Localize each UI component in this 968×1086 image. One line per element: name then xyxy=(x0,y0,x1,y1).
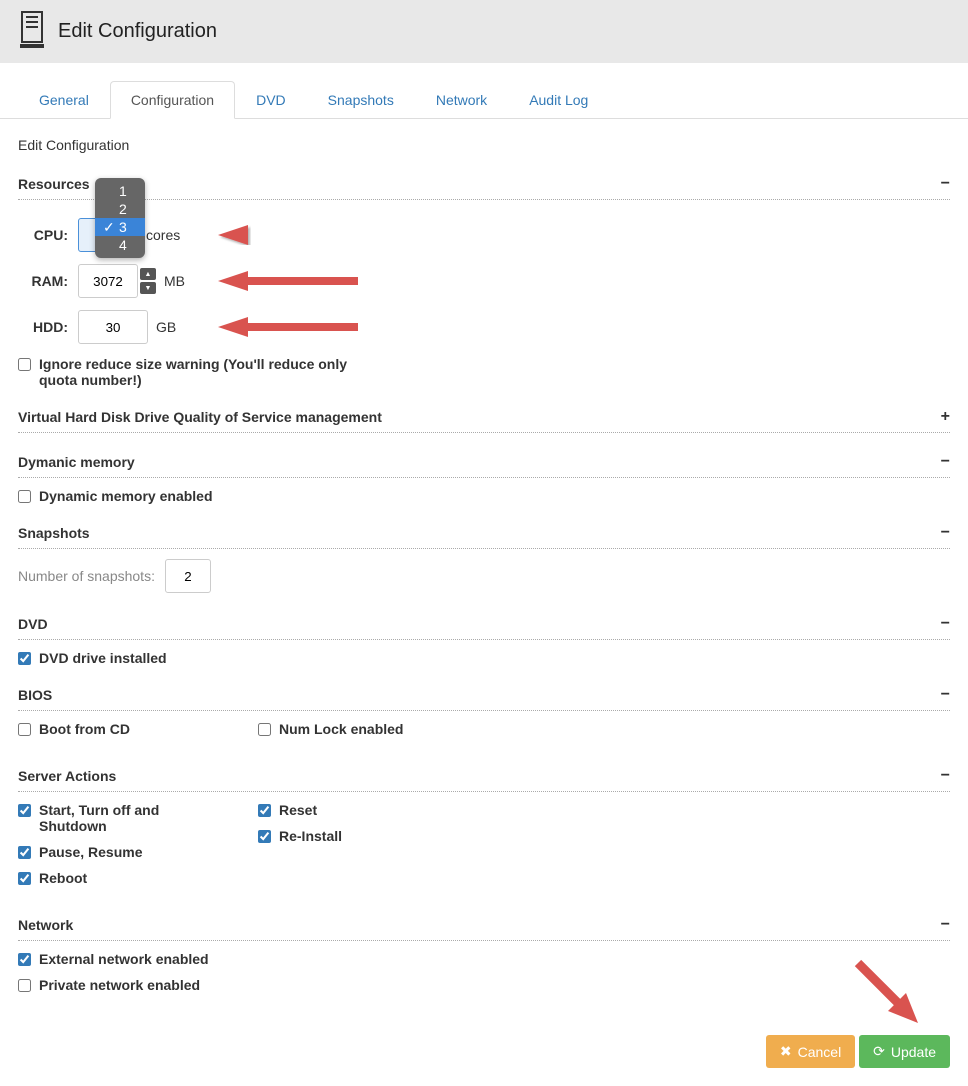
section-actions-title: Server Actions xyxy=(18,768,116,784)
collapse-icon: − xyxy=(941,615,950,633)
reboot-label: Reboot xyxy=(39,870,87,886)
section-dynmem-title: Dymanic memory xyxy=(18,454,135,470)
ram-step-up-icon[interactable]: ▲ xyxy=(140,268,156,280)
start-checkbox[interactable] xyxy=(18,804,31,817)
page-title: Edit Configuration xyxy=(58,20,217,43)
boot-cd-label: Boot from CD xyxy=(39,721,130,737)
arrow-annotation-icon xyxy=(218,271,358,291)
reinstall-checkbox[interactable] xyxy=(258,830,271,843)
cancel-button[interactable]: ✖ Cancel xyxy=(766,1035,855,1068)
section-resources-title: Resources xyxy=(18,176,90,192)
boot-cd-checkbox[interactable] xyxy=(18,723,31,736)
update-button[interactable]: ⟳ Update xyxy=(859,1035,950,1068)
cpu-option-1[interactable]: 1 xyxy=(95,182,145,200)
collapse-icon: − xyxy=(941,916,950,934)
dvd-installed-label: DVD drive installed xyxy=(39,650,167,666)
external-net-checkbox[interactable] xyxy=(18,953,31,966)
close-icon: ✖ xyxy=(780,1043,792,1060)
section-network-header[interactable]: Network − xyxy=(18,910,950,941)
private-net-checkbox[interactable] xyxy=(18,979,31,992)
collapse-icon: − xyxy=(941,453,950,471)
hdd-label: HDD: xyxy=(18,319,78,335)
cpu-option-3[interactable]: 3 xyxy=(95,218,145,236)
cpu-dropdown-menu[interactable]: 1 2 3 4 xyxy=(95,178,145,258)
hdd-input[interactable] xyxy=(78,310,148,344)
numlock-checkbox[interactable] xyxy=(258,723,271,736)
section-network-title: Network xyxy=(18,917,73,933)
collapse-icon: − xyxy=(941,767,950,785)
arrow-annotation-icon xyxy=(848,953,928,1036)
reset-checkbox[interactable] xyxy=(258,804,271,817)
section-dvd-title: DVD xyxy=(18,616,48,632)
tab-audit-log[interactable]: Audit Log xyxy=(508,81,609,118)
cpu-option-4[interactable]: 4 xyxy=(95,236,145,254)
tab-network[interactable]: Network xyxy=(415,81,508,118)
expand-icon: + xyxy=(941,408,950,426)
collapse-icon: − xyxy=(941,175,950,193)
section-bios-title: BIOS xyxy=(18,687,52,703)
ram-step-down-icon[interactable]: ▼ xyxy=(140,282,156,294)
page-header: Edit Configuration xyxy=(0,0,968,63)
section-dynmem-header[interactable]: Dymanic memory − xyxy=(18,447,950,478)
private-net-label: Private network enabled xyxy=(39,977,200,993)
cpu-option-2[interactable]: 2 xyxy=(95,200,145,218)
content-subtitle: Edit Configuration xyxy=(18,137,950,153)
tab-dvd[interactable]: DVD xyxy=(235,81,307,118)
cpu-label: CPU: xyxy=(18,227,78,243)
ram-unit: MB xyxy=(164,273,185,289)
reset-label: Reset xyxy=(279,802,317,818)
tab-configuration[interactable]: Configuration xyxy=(110,81,235,119)
section-snapshots-header[interactable]: Snapshots − xyxy=(18,518,950,549)
ignore-warning-label: Ignore reduce size warning (You'll reduc… xyxy=(39,356,359,388)
cancel-label: Cancel xyxy=(798,1044,842,1060)
reboot-checkbox[interactable] xyxy=(18,872,31,885)
section-vhdd-header[interactable]: Virtual Hard Disk Drive Quality of Servi… xyxy=(18,402,950,433)
dynmem-enabled-checkbox[interactable] xyxy=(18,490,31,503)
tab-bar: General Configuration DVD Snapshots Netw… xyxy=(0,81,968,119)
section-resources-header[interactable]: Resources − xyxy=(18,169,950,200)
section-dvd-header[interactable]: DVD − xyxy=(18,609,950,640)
collapse-icon: − xyxy=(941,686,950,704)
snapshots-count-input[interactable] xyxy=(165,559,211,593)
numlock-label: Num Lock enabled xyxy=(279,721,403,737)
ram-label: RAM: xyxy=(18,273,78,289)
section-vhdd-title: Virtual Hard Disk Drive Quality of Servi… xyxy=(18,409,382,425)
server-icon xyxy=(18,10,46,53)
dynmem-enabled-label: Dynamic memory enabled xyxy=(39,488,213,504)
update-label: Update xyxy=(891,1044,936,1060)
section-actions-header[interactable]: Server Actions − xyxy=(18,761,950,792)
refresh-icon: ⟳ xyxy=(873,1043,885,1060)
arrow-annotation-icon xyxy=(218,317,358,337)
ignore-warning-checkbox[interactable] xyxy=(18,358,31,371)
pause-label: Pause, Resume xyxy=(39,844,143,860)
ram-input[interactable] xyxy=(78,264,138,298)
pause-checkbox[interactable] xyxy=(18,846,31,859)
tab-snapshots[interactable]: Snapshots xyxy=(307,81,415,118)
cpu-unit: cores xyxy=(146,227,180,243)
snapshots-count-label: Number of snapshots: xyxy=(18,568,155,584)
collapse-icon: − xyxy=(941,524,950,542)
reinstall-label: Re-Install xyxy=(279,828,342,844)
arrow-annotation-icon xyxy=(218,225,358,245)
external-net-label: External network enabled xyxy=(39,951,209,967)
hdd-unit: GB xyxy=(156,319,176,335)
section-bios-header[interactable]: BIOS − xyxy=(18,680,950,711)
dvd-installed-checkbox[interactable] xyxy=(18,652,31,665)
start-label: Start, Turn off and Shutdown xyxy=(39,802,218,834)
tab-general[interactable]: General xyxy=(18,81,110,118)
section-snapshots-title: Snapshots xyxy=(18,525,90,541)
